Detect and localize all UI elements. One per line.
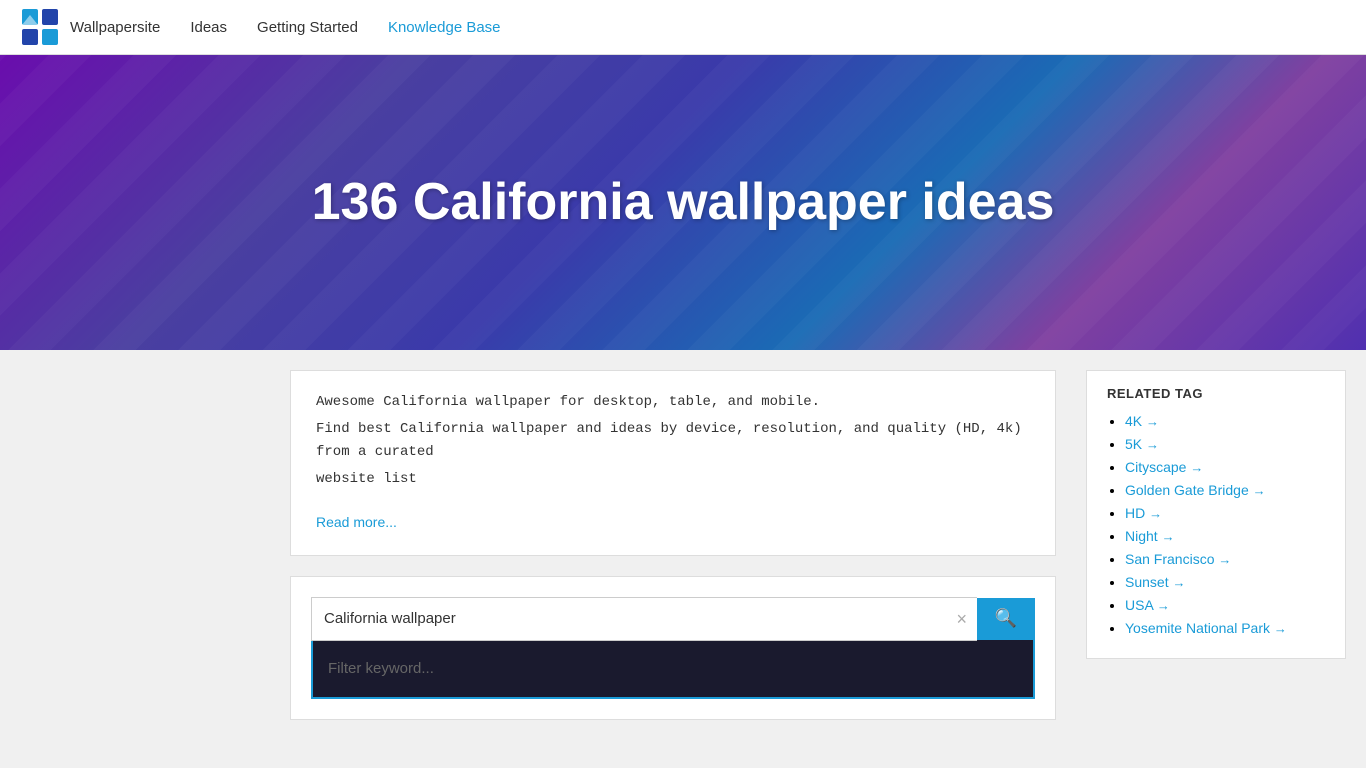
list-item: 5K → [1125, 436, 1325, 454]
search-row: × 🔍 [311, 597, 1035, 641]
search-clear-button[interactable]: × [956, 610, 967, 628]
search-icon: 🔍 [995, 608, 1017, 629]
arrow-icon: → [1172, 575, 1185, 590]
list-item: 4K → [1125, 413, 1325, 431]
tag-link-usa[interactable]: USA → [1125, 597, 1170, 613]
nav-link-ideas[interactable]: Ideas [190, 19, 227, 36]
read-more-link[interactable]: Read more... [316, 511, 397, 533]
list-item: Golden Gate Bridge → [1125, 482, 1325, 500]
nav-links: Wallpapersite Ideas Getting Started Know… [70, 19, 501, 36]
list-item: Cityscape → [1125, 459, 1325, 477]
hero-banner: 136 California wallpaper ideas [0, 55, 1366, 350]
tag-link-4k[interactable]: 4K → [1125, 413, 1159, 429]
search-input[interactable] [312, 598, 977, 640]
arrow-icon: → [1157, 598, 1170, 613]
nav-link-knowledge-base[interactable]: Knowledge Base [388, 19, 501, 36]
filter-box [311, 640, 1035, 699]
center-content: Awesome California wallpaper for desktop… [270, 350, 1076, 760]
nav-link-getting-started[interactable]: Getting Started [257, 19, 358, 36]
search-box: × 🔍 [290, 576, 1056, 720]
related-tag-list: 4K → 5K → Cityscape → Golden Gate Bridge… [1107, 413, 1325, 638]
left-sidebar [0, 350, 270, 760]
arrow-icon: → [1218, 552, 1231, 567]
arrow-icon: → [1149, 506, 1162, 521]
list-item: Sunset → [1125, 574, 1325, 592]
arrow-icon: → [1190, 460, 1203, 475]
logo-icon [20, 7, 60, 47]
list-item: HD → [1125, 505, 1325, 523]
list-item: Yosemite National Park → [1125, 620, 1325, 638]
tag-link-sunset[interactable]: Sunset → [1125, 574, 1185, 590]
nav-logo[interactable] [20, 7, 60, 47]
right-sidebar: RELATED TAG 4K → 5K → Cityscape → Golden… [1076, 350, 1366, 760]
description-line1: Awesome California wallpaper for desktop… [316, 391, 1030, 413]
list-item: Night → [1125, 528, 1325, 546]
related-tag-title: RELATED TAG [1107, 386, 1325, 401]
tag-link-night[interactable]: Night → [1125, 528, 1175, 544]
filter-input[interactable] [328, 655, 1018, 682]
arrow-icon: → [1146, 414, 1159, 429]
tag-link-yosemite[interactable]: Yosemite National Park → [1125, 620, 1287, 636]
arrow-icon: → [1162, 529, 1175, 544]
list-item: San Francisco → [1125, 551, 1325, 569]
related-tag-box: RELATED TAG 4K → 5K → Cityscape → Golden… [1086, 370, 1346, 659]
search-input-wrap: × [311, 597, 977, 641]
arrow-icon: → [1253, 483, 1266, 498]
tag-link-golden-gate[interactable]: Golden Gate Bridge → [1125, 482, 1266, 498]
list-item: USA → [1125, 597, 1325, 615]
description-box: Awesome California wallpaper for desktop… [290, 370, 1056, 556]
hero-title: 136 California wallpaper ideas [312, 171, 1055, 233]
navbar: Wallpapersite Ideas Getting Started Know… [0, 0, 1366, 55]
description-line3: website list [316, 468, 1030, 490]
arrow-icon: → [1274, 621, 1287, 636]
description-line2: Find best California wallpaper and ideas… [316, 418, 1030, 463]
tag-link-san-francisco[interactable]: San Francisco → [1125, 551, 1231, 567]
tag-link-hd[interactable]: HD → [1125, 505, 1162, 521]
arrow-icon: → [1146, 437, 1159, 452]
nav-link-wallpapersite[interactable]: Wallpapersite [70, 19, 160, 36]
tag-link-5k[interactable]: 5K → [1125, 436, 1159, 452]
search-button[interactable]: 🔍 [977, 598, 1035, 640]
main-layout: Awesome California wallpaper for desktop… [0, 350, 1366, 760]
tag-link-cityscape[interactable]: Cityscape → [1125, 459, 1203, 475]
